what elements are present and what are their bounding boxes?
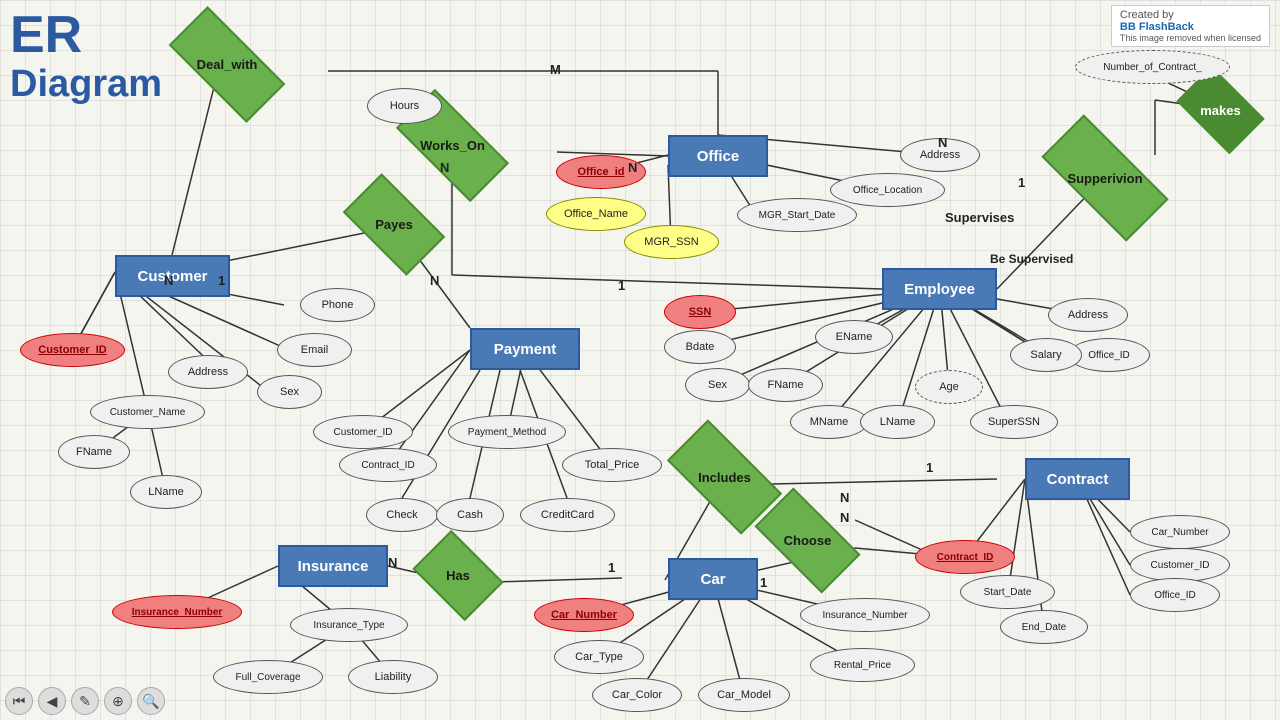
attr-address-customer: Address (168, 355, 248, 389)
card-n-workson-right: N (628, 160, 637, 175)
attr-customer-name: Customer_Name (90, 395, 205, 429)
attr-fname-emp: FName (748, 368, 823, 402)
rel-includes[interactable]: Includes (672, 448, 777, 506)
attr-start-date: Start_Date (960, 575, 1055, 609)
entity-contract[interactable]: Contract (1025, 458, 1130, 500)
attr-office-location: Office_Location (830, 173, 945, 207)
entity-office[interactable]: Office (668, 135, 768, 177)
attr-car-color: Car_Color (592, 678, 682, 712)
attr-age: Age (915, 370, 983, 404)
attr-lname-customer: LName (130, 475, 202, 509)
card-n-choose: N (840, 510, 849, 525)
attr-car-type: Car_Type (554, 640, 644, 674)
attr-car-number-contract: Car_Number (1130, 515, 1230, 549)
entity-employee[interactable]: Employee (882, 268, 997, 310)
attr-creditcard: CreditCard (520, 498, 615, 532)
rel-payes[interactable]: Payes (349, 197, 439, 252)
attr-mgr-start-date: MGR_Start_Date (737, 198, 857, 232)
nav-bar: ⏮ ◀ ✎ ⊕ 🔍 (5, 687, 165, 715)
nav-add[interactable]: ⊕ (104, 687, 132, 715)
card-n-cust: N (164, 273, 173, 288)
attr-check: Check (366, 498, 438, 532)
attr-ssn: SSN (664, 295, 736, 329)
attr-car-model: Car_Model (698, 678, 790, 712)
card-1-cust: 1 (218, 273, 225, 288)
entity-car[interactable]: Car (668, 558, 758, 600)
rel-deal-with[interactable]: Deal_with (172, 37, 282, 92)
attr-ename: EName (815, 320, 893, 354)
attr-mname: MName (790, 405, 868, 439)
rel-has[interactable]: Has (421, 548, 495, 603)
attr-address-emp: Address (1048, 298, 1128, 332)
attr-rental-price: Rental_Price (810, 648, 915, 682)
attr-sex-emp: Sex (685, 368, 750, 402)
card-1-office: 1 (618, 278, 625, 293)
card-m: M (550, 62, 561, 77)
card-1-includes: 1 (926, 460, 933, 475)
attr-mgr-ssn: MGR_SSN (624, 225, 719, 259)
rel-works-on[interactable]: Works_On (400, 118, 505, 173)
attr-number-of-contract: Number_of_Contract_ (1075, 50, 1230, 84)
attr-insurance-number: Insurance_Number (112, 595, 242, 629)
attr-email: Email (277, 333, 352, 367)
card-1-sup: 1 (1018, 175, 1025, 190)
title-er: ER (10, 5, 162, 65)
attr-insurance-number-car: Insurance_Number (800, 598, 930, 632)
er-diagram: ER Diagram Created by BB FlashBack This … (0, 0, 1280, 720)
attr-office-id-contract: Office_ID (1130, 578, 1220, 612)
attr-superssn: SuperSSN (970, 405, 1058, 439)
attr-car-number: Car_Number (534, 598, 634, 632)
card-n-payes: N (430, 273, 439, 288)
card-n-workson-left: N (440, 160, 449, 175)
attr-bdate: Bdate (664, 330, 736, 364)
attr-total-price: Total_Price (562, 448, 662, 482)
card-n-includes: N (840, 490, 849, 505)
nav-prev[interactable]: ◀ (38, 687, 66, 715)
attr-customer-id: Customer_ID (20, 333, 125, 367)
entity-payment[interactable]: Payment (470, 328, 580, 370)
attr-sex-customer: Sex (257, 375, 322, 409)
attr-liability: Liability (348, 660, 438, 694)
entity-insurance[interactable]: Insurance (278, 545, 388, 587)
attr-contract-id-pay: Contract_ID (339, 448, 437, 482)
attr-customer-id-pay: Customer_ID (313, 415, 413, 449)
nav-edit[interactable]: ✎ (71, 687, 99, 715)
rel-supperivion[interactable]: Supperivion (1045, 148, 1165, 208)
attr-fname-customer: FName (58, 435, 130, 469)
attr-contract-id-contract: Contract_ID (915, 540, 1015, 574)
label-be-supervised: Be Supervised (990, 252, 1073, 266)
attr-end-date: End_Date (1000, 610, 1088, 644)
rel-makes[interactable]: makes (1183, 85, 1258, 135)
card-1-choose: 1 (760, 575, 767, 590)
attr-cash: Cash (436, 498, 504, 532)
attr-insurance-type: Insurance_Type (290, 608, 408, 642)
attr-phone: Phone (300, 288, 375, 322)
attr-lname-emp: LName (860, 405, 935, 439)
card-n-sup: N (938, 135, 947, 150)
title: ER Diagram (10, 5, 162, 103)
attr-office-name: Office_Name (546, 197, 646, 231)
attr-salary: Salary (1010, 338, 1082, 372)
nav-prev-start[interactable]: ⏮ (5, 687, 33, 715)
nav-zoom[interactable]: 🔍 (137, 687, 165, 715)
attr-payment-method: Payment_Method (448, 415, 566, 449)
label-supervises: Supervises (945, 210, 1014, 225)
card-n-has: N (388, 555, 397, 570)
card-1-has: 1 (608, 560, 615, 575)
attr-customer-id-contract: Customer_ID (1130, 548, 1230, 582)
title-diagram: Diagram (10, 65, 162, 103)
attr-full-coverage: Full_Coverage (213, 660, 323, 694)
attr-hours: Hours (367, 88, 442, 124)
watermark: Created by BB FlashBack This image remov… (1111, 5, 1270, 47)
